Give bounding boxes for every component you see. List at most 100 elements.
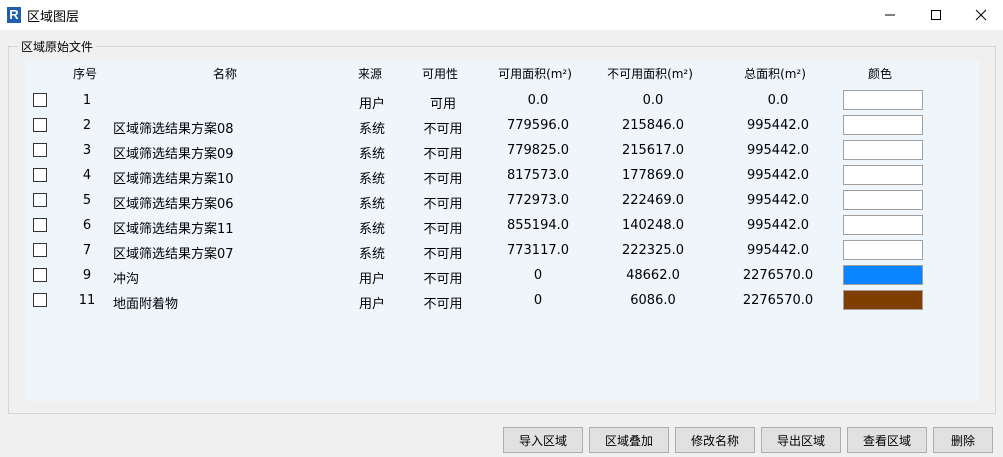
- header-usable-area[interactable]: 可用面积(m²): [498, 65, 572, 82]
- cell-index: 2: [82, 118, 92, 133]
- header-source[interactable]: 来源: [358, 65, 382, 82]
- close-button[interactable]: [958, 0, 1003, 30]
- cell-index: 6: [82, 218, 92, 233]
- cell-index: 4: [82, 168, 92, 183]
- minimize-icon: [885, 14, 895, 16]
- table-row[interactable]: 3 区域筛选结果方案09 系统 不可用 779825.0 215617.0 99…: [25, 139, 979, 164]
- cell-availability: 不可用: [423, 222, 463, 237]
- app-icon: R: [7, 7, 21, 23]
- cell-total-area: 2276570.0: [742, 268, 814, 283]
- color-swatch[interactable]: [843, 140, 923, 160]
- cell-index: 11: [78, 293, 96, 308]
- overlay-region-button[interactable]: 区域叠加: [589, 427, 669, 453]
- delete-button[interactable]: 删除: [933, 427, 993, 453]
- cell-name: 冲沟: [113, 272, 140, 287]
- header-availability[interactable]: 可用性: [422, 65, 458, 82]
- cell-usable-area: 0: [533, 293, 543, 308]
- window-title: 区域图层: [27, 10, 80, 25]
- cell-availability: 不可用: [423, 297, 463, 312]
- cell-unusable-area: 215617.0: [621, 143, 685, 158]
- color-swatch[interactable]: [843, 190, 923, 210]
- color-swatch[interactable]: [843, 240, 923, 260]
- color-swatch[interactable]: [843, 90, 923, 110]
- cell-usable-area: 0.0: [527, 93, 549, 108]
- row-checkbox[interactable]: [33, 243, 47, 257]
- cell-index: 9: [82, 268, 92, 283]
- cell-total-area: 995442.0: [746, 243, 810, 258]
- row-checkbox[interactable]: [33, 218, 47, 232]
- cell-source: 系统: [358, 172, 386, 187]
- header-index[interactable]: 序号: [73, 65, 97, 82]
- color-swatch[interactable]: [843, 165, 923, 185]
- color-swatch[interactable]: [843, 265, 923, 285]
- row-checkbox[interactable]: [33, 293, 47, 307]
- cell-total-area: 995442.0: [746, 143, 810, 158]
- cell-usable-area: 855194.0: [506, 218, 570, 233]
- minimize-button[interactable]: [867, 0, 913, 30]
- color-swatch[interactable]: [843, 215, 923, 235]
- cell-availability: 不可用: [423, 272, 463, 287]
- cell-unusable-area: 177869.0: [621, 168, 685, 183]
- cell-source: 系统: [358, 197, 386, 212]
- cell-source: 用户: [358, 272, 386, 287]
- header-color[interactable]: 颜色: [868, 65, 892, 82]
- cell-source: 用户: [358, 297, 386, 312]
- cell-availability: 不可用: [423, 172, 463, 187]
- row-checkbox[interactable]: [33, 143, 47, 157]
- maximize-button[interactable]: [913, 0, 959, 30]
- table-row[interactable]: 7 区域筛选结果方案07 系统 不可用 773117.0 222325.0 99…: [25, 239, 979, 264]
- cell-usable-area: 779825.0: [506, 143, 570, 158]
- cell-name: 区域筛选结果方案09: [113, 147, 234, 162]
- header-name[interactable]: 名称: [213, 65, 237, 82]
- cell-usable-area: 779596.0: [506, 118, 570, 133]
- rename-button[interactable]: 修改名称: [675, 427, 755, 453]
- table-row[interactable]: 4 区域筛选结果方案10 系统 不可用 817573.0 177869.0 99…: [25, 164, 979, 189]
- cell-index: 7: [82, 243, 92, 258]
- cell-unusable-area: 6086.0: [630, 293, 676, 308]
- color-swatch[interactable]: [843, 115, 923, 135]
- cell-source: 系统: [358, 147, 386, 162]
- cell-total-area: 995442.0: [746, 193, 810, 208]
- cell-availability: 不可用: [423, 197, 463, 212]
- cell-total-area: 2276570.0: [742, 293, 814, 308]
- cell-usable-area: 0: [533, 268, 543, 283]
- cell-name: 区域筛选结果方案10: [113, 172, 234, 187]
- table-row[interactable]: 1 用户 可用 0.0 0.0 0.0: [25, 89, 979, 114]
- table-row[interactable]: 11 地面附着物 用户 不可用 0 6086.0 2276570.0: [25, 289, 979, 314]
- cell-unusable-area: 48662.0: [626, 268, 680, 283]
- cell-unusable-area: 222469.0: [621, 193, 685, 208]
- header-unusable-area[interactable]: 不可用面积(m²): [607, 65, 693, 82]
- import-region-button[interactable]: 导入区域: [503, 427, 583, 453]
- cell-total-area: 995442.0: [746, 168, 810, 183]
- table-row[interactable]: 5 区域筛选结果方案06 系统 不可用 772973.0 222469.0 99…: [25, 189, 979, 214]
- cell-usable-area: 773117.0: [506, 243, 570, 258]
- cell-source: 系统: [358, 222, 386, 237]
- row-checkbox[interactable]: [33, 193, 47, 207]
- row-checkbox[interactable]: [33, 168, 47, 182]
- cell-index: 1: [82, 93, 92, 108]
- cell-name: 地面附着物: [113, 297, 179, 312]
- cell-source: 用户: [358, 97, 386, 112]
- cell-total-area: 995442.0: [746, 218, 810, 233]
- row-checkbox[interactable]: [33, 118, 47, 132]
- cell-total-area: 0.0: [767, 93, 789, 108]
- cell-name: 区域筛选结果方案06: [113, 197, 234, 212]
- cell-source: 系统: [358, 247, 386, 262]
- table-row[interactable]: 9 冲沟 用户 不可用 0 48662.0 2276570.0: [25, 264, 979, 289]
- view-region-button[interactable]: 查看区域: [847, 427, 927, 453]
- cell-availability: 不可用: [423, 247, 463, 262]
- cell-index: 3: [82, 143, 92, 158]
- export-region-button[interactable]: 导出区域: [761, 427, 841, 453]
- row-checkbox[interactable]: [33, 93, 47, 107]
- row-checkbox[interactable]: [33, 268, 47, 282]
- table-row[interactable]: 2 区域筛选结果方案08 系统 不可用 779596.0 215846.0 99…: [25, 114, 979, 139]
- cell-availability: 可用: [429, 97, 457, 112]
- title-bar: R 区域图层: [0, 0, 1003, 30]
- header-total-area[interactable]: 总面积(m²): [744, 65, 806, 82]
- cell-unusable-area: 0.0: [642, 93, 664, 108]
- cell-index: 5: [82, 193, 92, 208]
- table-row[interactable]: 6 区域筛选结果方案11 系统 不可用 855194.0 140248.0 99…: [25, 214, 979, 239]
- cell-name: 区域筛选结果方案08: [113, 122, 234, 137]
- color-swatch[interactable]: [843, 290, 923, 310]
- maximize-icon: [931, 10, 941, 20]
